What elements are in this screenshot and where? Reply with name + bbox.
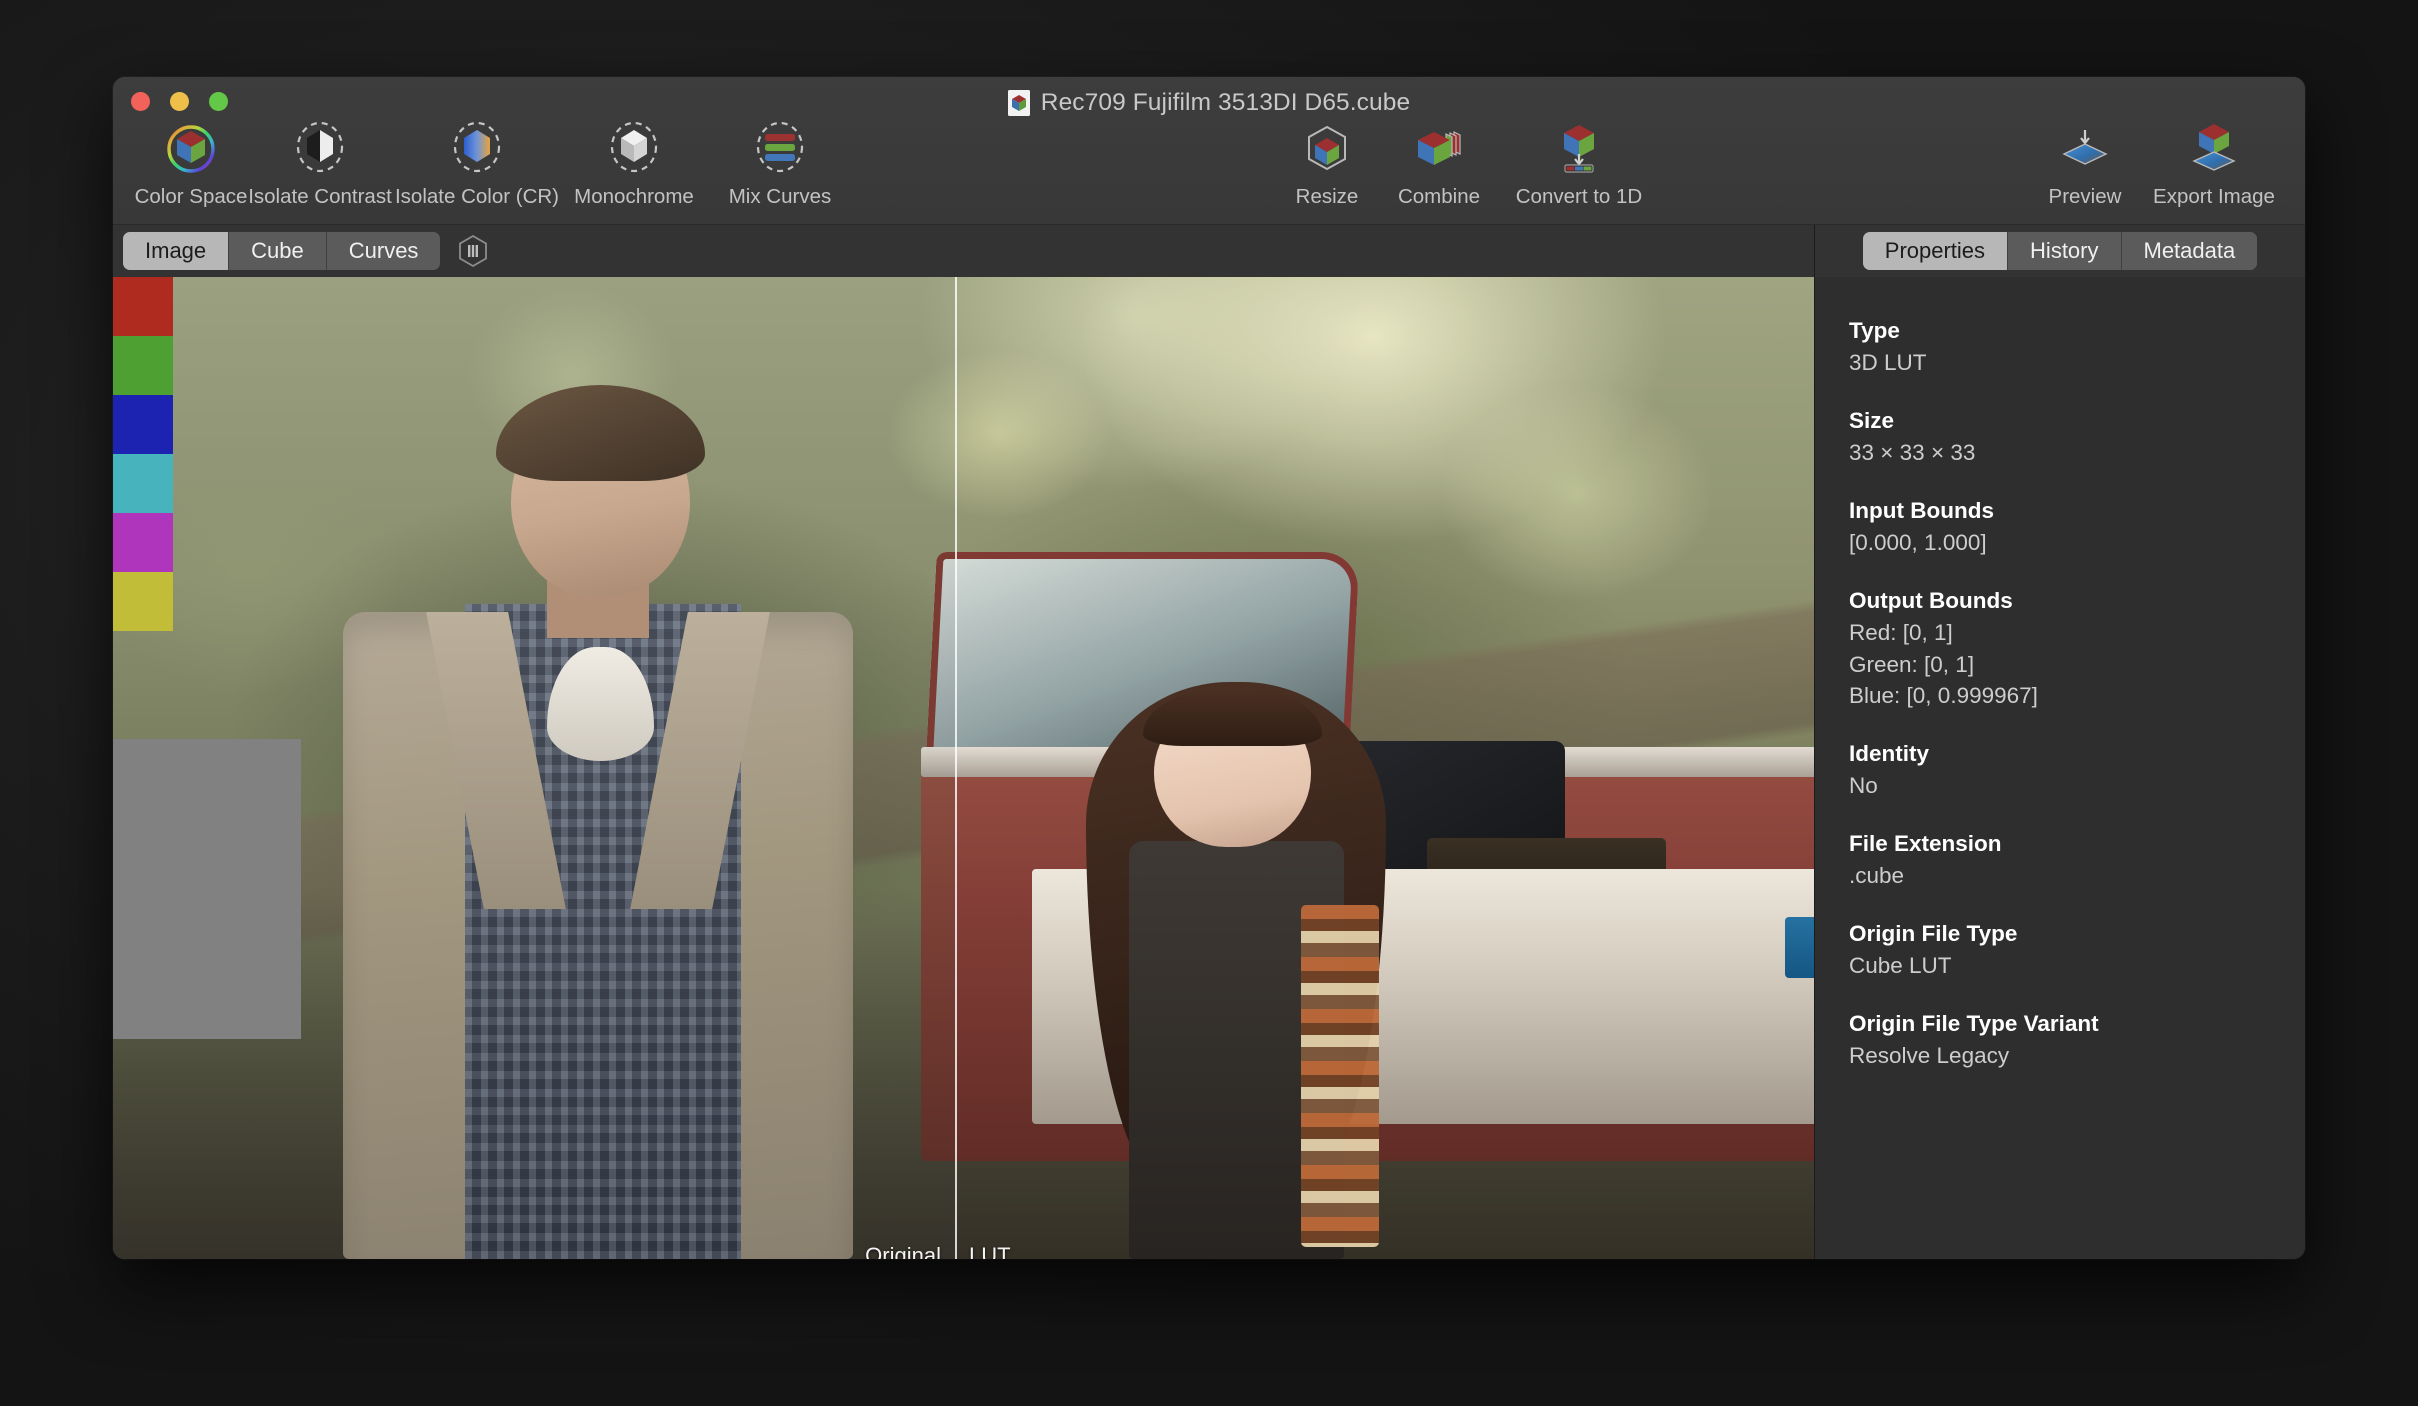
toolbar-button-resize[interactable]: Resize (1271, 115, 1383, 208)
viewer-tab-group: Image Cube Curves (123, 232, 441, 270)
toolbar-button-export-image[interactable]: Export Image (2141, 115, 2287, 208)
tab-image[interactable]: Image (123, 232, 230, 270)
isolate-color-icon (443, 119, 511, 179)
property-key: File Extension (1849, 831, 2002, 857)
combine-icon (1405, 119, 1473, 179)
property-value: Red: [0, 1] (1849, 619, 1953, 645)
toolbar-button-convert-to-1d[interactable]: Convert to 1D (1495, 115, 1663, 208)
swatch-red (113, 277, 173, 336)
tab-curves[interactable]: Curves (326, 232, 441, 270)
truck-graphic (921, 551, 955, 1161)
swatch-magenta (113, 513, 173, 572)
properties-list: Type 3D LUT Size 33 × 33 × 33 Input Bounds [0… (1815, 277, 2305, 1259)
viewer-tabbar: Image Cube Curves (113, 225, 1814, 277)
toolbar-label: Combine (1397, 185, 1481, 208)
preview-icon (2051, 119, 2119, 179)
toolbar-label: Export Image (2153, 185, 2275, 208)
color-swatch-strip (113, 277, 173, 631)
girl-figure (1058, 670, 1415, 1259)
monochrome-icon (600, 119, 668, 179)
property-key: Input Bounds (1849, 497, 1994, 523)
hexagon-bars-icon[interactable] (454, 232, 492, 270)
swatch-green (113, 336, 173, 395)
toolbar-label: Mix Curves (728, 185, 832, 208)
property-group: File Extension .cube (1849, 828, 2305, 892)
viewer-pane: Image Cube Curves Original LUT (113, 225, 1815, 1259)
property-key: Identity (1849, 741, 1930, 767)
convert-to-1d-icon (1545, 119, 1613, 179)
property-value: Cube LUT (1849, 953, 1952, 979)
property-value: [0.000, 1.000] (1849, 529, 1987, 555)
property-value: Resolve Legacy (1849, 1042, 2010, 1068)
tab-history[interactable]: History (2008, 232, 2122, 270)
toolbar-button-monochrome[interactable]: Monochrome (561, 115, 707, 208)
toolbar-group-right: Preview Export Image (2029, 115, 2287, 208)
toolbar-button-combine[interactable]: Combine (1383, 115, 1495, 208)
toolbar-button-mix-curves[interactable]: Mix Curves (707, 115, 853, 208)
mix-curves-icon (746, 119, 814, 179)
window-title: Rec709 Fujifilm 3513DI D65.cube (113, 89, 2305, 117)
property-group: Identity No (1849, 738, 2305, 802)
property-key: Origin File Type (1849, 921, 2018, 947)
lut-half (954, 277, 1814, 1259)
inspector-tabbar: Properties History Metadata (1815, 225, 2305, 277)
property-value: No (1849, 773, 1878, 799)
toolbar: Rec709 Fujifilm 3513DI D65.cube Color Sp… (113, 77, 2305, 225)
toolbar-label: Monochrome (574, 185, 694, 208)
toolbar-groups: Color Space Isolate Contrast Isolate Col… (113, 115, 2305, 224)
property-value: 3D LUT (1849, 349, 1927, 375)
swatch-blue (113, 395, 173, 454)
property-key: Type (1849, 318, 1900, 343)
property-group: Size 33 × 33 × 33 (1849, 405, 2305, 469)
toolbar-label: Isolate Color (CR) (394, 185, 560, 208)
property-value: Green: [0, 1] (1849, 651, 1975, 677)
swatch-yellow (113, 572, 173, 631)
man-figure (342, 385, 854, 1259)
window-body: Image Cube Curves Original LUT Propertie… (113, 225, 2305, 1259)
window-title-text: Rec709 Fujifilm 3513DI D65.cube (1040, 89, 1411, 116)
tab-cube[interactable]: Cube (229, 232, 327, 270)
property-group: Type 3D LUT (1849, 315, 2305, 379)
toolbar-label: Preview (2048, 185, 2122, 208)
property-value: Blue: [0, 0.999967] (1849, 683, 2038, 709)
property-group: Output Bounds Red: [0, 1] Green: [0, 1] Blu… (1849, 585, 2305, 713)
property-group: Input Bounds [0.000, 1.000] (1849, 495, 2305, 559)
toolbar-label: Color Space (134, 185, 248, 208)
image-preview-area[interactable]: Original LUT (113, 277, 1814, 1259)
toolbar-button-isolate-contrast[interactable]: Isolate Contrast (247, 115, 393, 208)
toolbar-group-center: Resize Combine Convert to 1D (1271, 115, 1663, 208)
toolbar-group-left: Color Space Isolate Contrast Isolate Col… (135, 115, 853, 208)
scene-lut (954, 277, 1814, 1259)
property-value: 33 × 33 × 33 (1849, 439, 1976, 465)
toolbar-label: Convert to 1D (1515, 185, 1643, 208)
property-group: Origin File Type Variant Resolve Legacy (1849, 1008, 2305, 1072)
toolbar-button-isolate-color[interactable]: Isolate Color (CR) (393, 115, 561, 208)
inspector-tab-group: Properties History Metadata (1862, 232, 2258, 270)
toolbar-label: Resize (1295, 185, 1359, 208)
application-window: Rec709 Fujifilm 3513DI D65.cube Color Sp… (113, 77, 2305, 1259)
resize-icon (1293, 119, 1361, 179)
swatch-cyan (113, 454, 173, 513)
document-cube-icon (1007, 90, 1030, 116)
isolate-contrast-icon (286, 119, 354, 179)
export-image-icon (2180, 119, 2248, 179)
property-key: Size (1849, 407, 1895, 433)
property-group: Origin File Type Cube LUT (1849, 918, 2305, 982)
property-value: .cube (1849, 863, 1905, 889)
gray-reference-patch (113, 739, 301, 1039)
property-key: Origin File Type Variant (1849, 1011, 2099, 1036)
toolbar-button-preview[interactable]: Preview (2029, 115, 2141, 208)
toolbar-button-color-space[interactable]: Color Space (135, 115, 247, 208)
toolbar-label: Isolate Contrast (248, 185, 392, 208)
comparison-split-handle[interactable] (954, 277, 957, 1259)
tab-properties[interactable]: Properties (1862, 232, 2009, 270)
comparison-photo: Original LUT (113, 277, 1814, 1259)
color-space-icon (157, 119, 225, 179)
inspector-pane: Properties History Metadata Type 3D LUT Si… (1815, 225, 2305, 1259)
property-key: Output Bounds (1849, 587, 2013, 613)
tab-metadata[interactable]: Metadata (2121, 232, 2258, 270)
